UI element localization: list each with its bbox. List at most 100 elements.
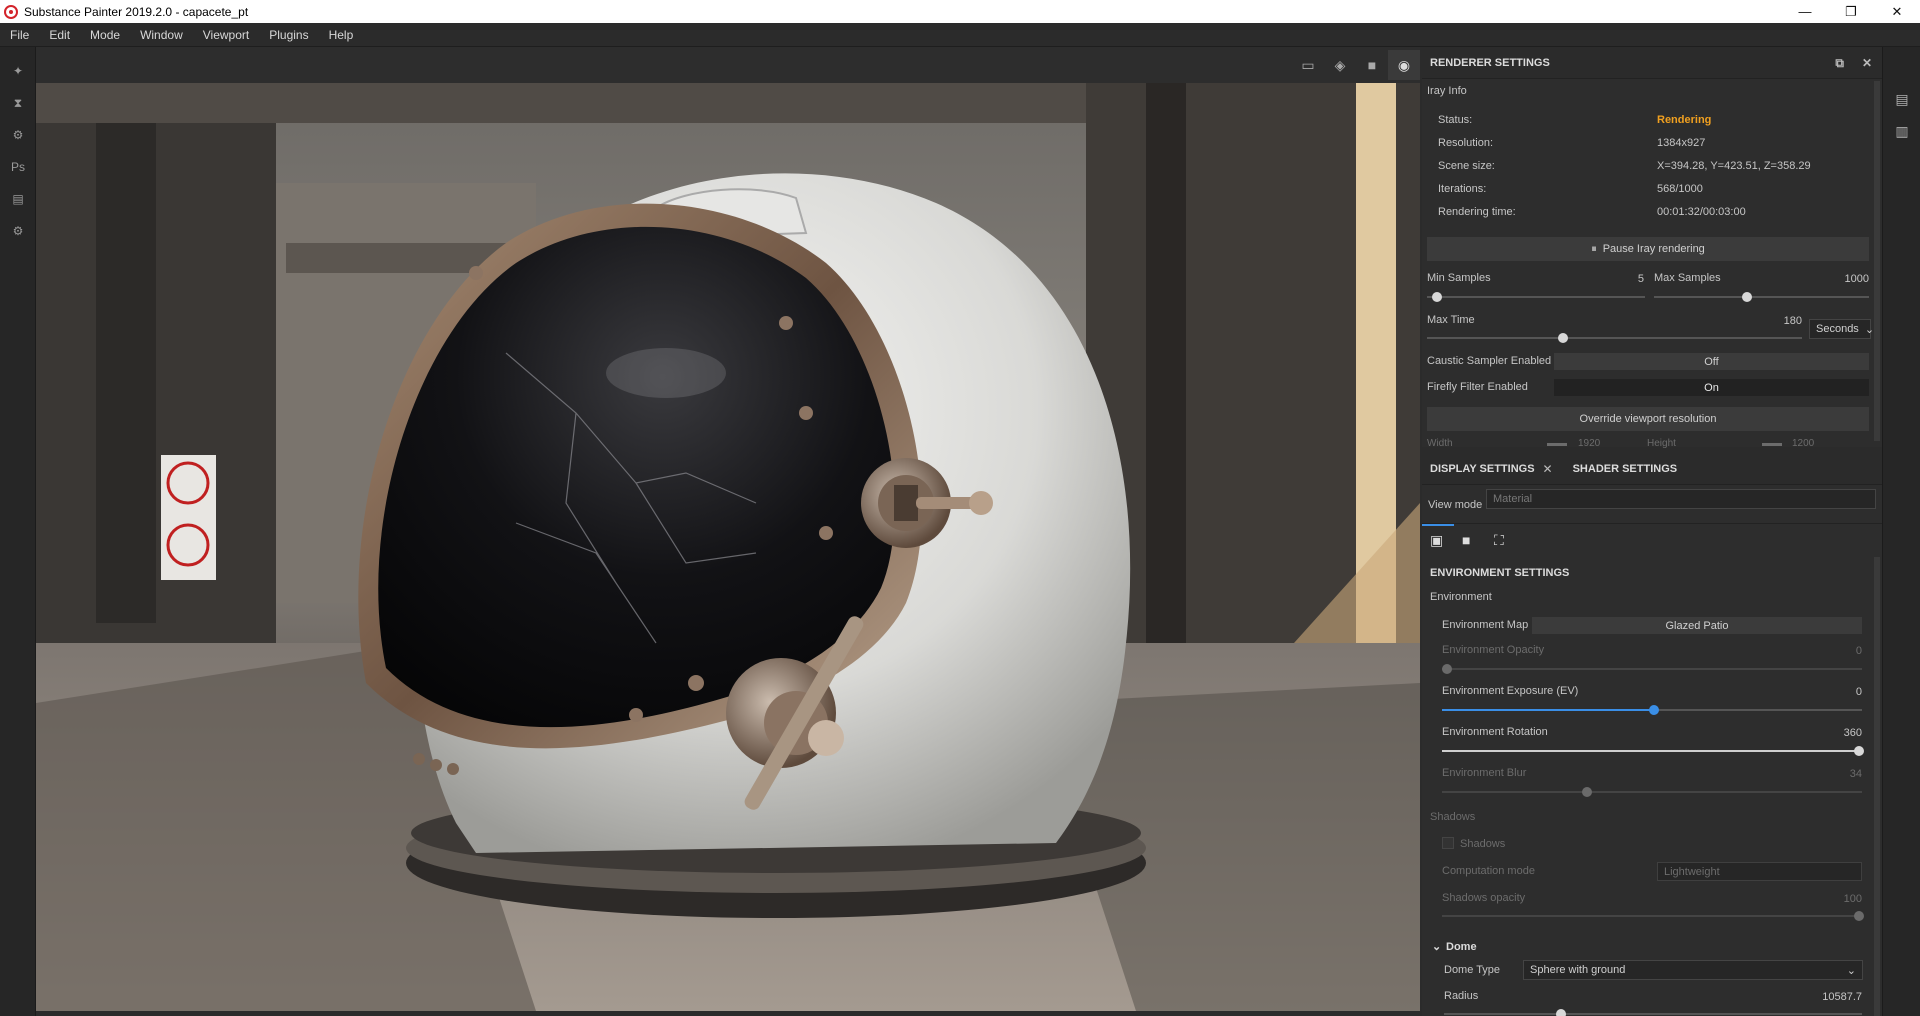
max-samples-slider[interactable]: [1654, 296, 1869, 298]
shadows-checkbox-label: Shadows: [1460, 838, 1506, 850]
environment-opacity-knob[interactable]: [1442, 664, 1452, 674]
environment-map-field[interactable]: Glazed Patio: [1532, 617, 1862, 634]
camera-settings-icon[interactable]: ■: [1462, 532, 1470, 548]
status-value: Rendering: [1657, 114, 1712, 126]
environment-blur-value[interactable]: 34: [1812, 768, 1862, 780]
radius-value[interactable]: 10587.7: [1762, 991, 1862, 1003]
menu-window[interactable]: Window: [130, 28, 193, 42]
width-stepper-icon[interactable]: ▬▬: [1547, 438, 1567, 449]
environment-exposure-knob[interactable]: [1649, 705, 1659, 715]
firefly-toggle[interactable]: On: [1554, 379, 1869, 396]
environment-opacity-slider[interactable]: [1442, 668, 1862, 670]
environment-opacity-label: Environment Opacity: [1442, 644, 1545, 656]
max-time-knob[interactable]: [1558, 333, 1568, 343]
log-icon[interactable]: ▤: [0, 183, 36, 215]
environment-exposure-label: Environment Exposure (EV): [1442, 685, 1579, 697]
scene-size-value: X=394.28, Y=423.51, Z=358.29: [1657, 160, 1811, 172]
menu-plugins[interactable]: Plugins: [259, 28, 318, 42]
environment-rotation-value[interactable]: 360: [1812, 727, 1862, 739]
minimize-button[interactable]: —: [1782, 0, 1828, 23]
tab-shader-settings[interactable]: SHADER SETTINGS: [1565, 453, 1686, 485]
viewport-frame-icon[interactable]: ⛶: [1494, 532, 1504, 549]
pause-iray-button[interactable]: ⏸ Pause Iray rendering: [1427, 237, 1869, 261]
height-value[interactable]: 1200: [1792, 438, 1814, 449]
max-time-unit-value: Seconds: [1816, 323, 1859, 335]
close-tab-icon[interactable]: ✕: [1543, 462, 1553, 476]
environment-blur-knob[interactable]: [1582, 787, 1592, 797]
settings-icon[interactable]: ⚙: [0, 215, 36, 247]
layers-panel-icon[interactable]: ▤: [1883, 83, 1920, 115]
left-toolbar: ✦ ⧗ ⚙ Ps ▤ ⚙: [0, 47, 36, 1016]
history-icon[interactable]: ⧗: [0, 87, 36, 119]
height-stepper-icon[interactable]: ▬▬: [1762, 438, 1782, 449]
width-value[interactable]: 1920: [1578, 438, 1600, 449]
environment-rotation-knob[interactable]: [1854, 746, 1864, 756]
dome-collapse-icon[interactable]: ⌄: [1432, 940, 1441, 953]
environment-image-icon[interactable]: ▣: [1430, 532, 1443, 549]
renderer-scrollbar[interactable]: [1874, 81, 1880, 441]
computation-mode-label: Computation mode: [1442, 865, 1535, 877]
renderer-settings-title: RENDERER SETTINGS: [1430, 56, 1550, 69]
undock-icon[interactable]: ⧉: [1835, 56, 1844, 71]
menu-help[interactable]: Help: [319, 28, 364, 42]
radius-knob[interactable]: [1556, 1009, 1566, 1016]
texture-set-icon[interactable]: ⚙: [0, 119, 36, 151]
camera-icon[interactable]: ■: [1356, 50, 1388, 80]
chevron-down-icon: ⌄: [1846, 964, 1856, 977]
max-samples-value[interactable]: 1000: [1822, 273, 1869, 285]
3d-viewport[interactable]: [36, 83, 1420, 1011]
dome-type-dropdown[interactable]: Sphere with ground ⌄: [1523, 960, 1863, 980]
shelf-icon[interactable]: ✦: [0, 55, 36, 87]
environment-map-label: Environment Map: [1442, 619, 1529, 631]
pause-iray-label: Pause Iray rendering: [1602, 243, 1705, 255]
dome-group-label: Dome: [1446, 941, 1477, 953]
max-time-unit-dropdown[interactable]: Seconds ⌄: [1809, 319, 1874, 339]
environment-opacity-value[interactable]: 0: [1812, 645, 1862, 657]
shadows-checkbox[interactable]: [1442, 837, 1454, 849]
min-samples-value[interactable]: 5: [1602, 273, 1644, 285]
computation-mode-dropdown[interactable]: Lightweight: [1657, 862, 1862, 881]
screenshot-icon[interactable]: ◉: [1388, 50, 1420, 80]
menu-viewport[interactable]: Viewport: [193, 28, 259, 42]
display-scrollbar[interactable]: [1874, 557, 1880, 1016]
menu-bar: File Edit Mode Window Viewport Plugins H…: [0, 23, 1920, 47]
tab-display-settings[interactable]: DISPLAY SETTINGS: [1422, 453, 1543, 485]
menu-mode[interactable]: Mode: [80, 28, 130, 42]
view-mode-field[interactable]: Material: [1486, 489, 1876, 509]
height-label: Height: [1647, 438, 1676, 449]
active-subtab-indicator: [1422, 524, 1454, 526]
menu-file[interactable]: File: [0, 28, 39, 42]
iterations-value: 568/1000: [1657, 183, 1703, 195]
maximize-button[interactable]: ❐: [1828, 0, 1874, 23]
max-time-value[interactable]: 180: [1762, 315, 1802, 327]
renderer-settings-header: RENDERER SETTINGS ⧉ ✕: [1422, 47, 1882, 79]
environment-blur-slider[interactable]: [1442, 791, 1862, 793]
3d-cube-icon[interactable]: ◈: [1324, 50, 1356, 80]
close-panel-icon[interactable]: ✕: [1862, 56, 1872, 70]
caustic-toggle[interactable]: Off: [1554, 353, 1869, 370]
shadows-opacity-label: Shadows opacity: [1442, 892, 1526, 904]
close-window-button[interactable]: ✕: [1874, 0, 1920, 23]
photoshop-export-icon[interactable]: Ps: [0, 151, 36, 183]
shadows-opacity-knob[interactable]: [1854, 911, 1864, 921]
max-time-slider[interactable]: [1427, 337, 1802, 339]
display-settings-panel: DISPLAY SETTINGS ✕ SHADER SETTINGS View …: [1422, 453, 1882, 1016]
override-viewport-resolution-button[interactable]: Override viewport resolution: [1427, 407, 1869, 431]
min-samples-slider[interactable]: [1427, 296, 1645, 298]
2d-view-icon[interactable]: ▭: [1292, 50, 1324, 80]
display-tabbar: DISPLAY SETTINGS ✕ SHADER SETTINGS: [1422, 453, 1882, 485]
shadows-opacity-slider[interactable]: [1442, 915, 1862, 917]
max-samples-knob[interactable]: [1742, 292, 1752, 302]
environment-rotation-slider[interactable]: [1442, 750, 1862, 752]
environment-exposure-value[interactable]: 0: [1812, 686, 1862, 698]
min-samples-knob[interactable]: [1432, 292, 1442, 302]
status-label: Status:: [1438, 114, 1473, 126]
min-samples-label: Min Samples: [1427, 272, 1491, 284]
window-controls: — ❐ ✕: [1782, 0, 1920, 23]
shadows-opacity-value[interactable]: 100: [1812, 893, 1862, 905]
radius-slider[interactable]: [1444, 1013, 1862, 1015]
environment-exposure-fill: [1442, 709, 1654, 711]
menu-edit[interactable]: Edit: [39, 28, 80, 42]
max-time-label: Max Time: [1427, 314, 1475, 326]
properties-panel-icon[interactable]: ▥: [1883, 115, 1920, 147]
